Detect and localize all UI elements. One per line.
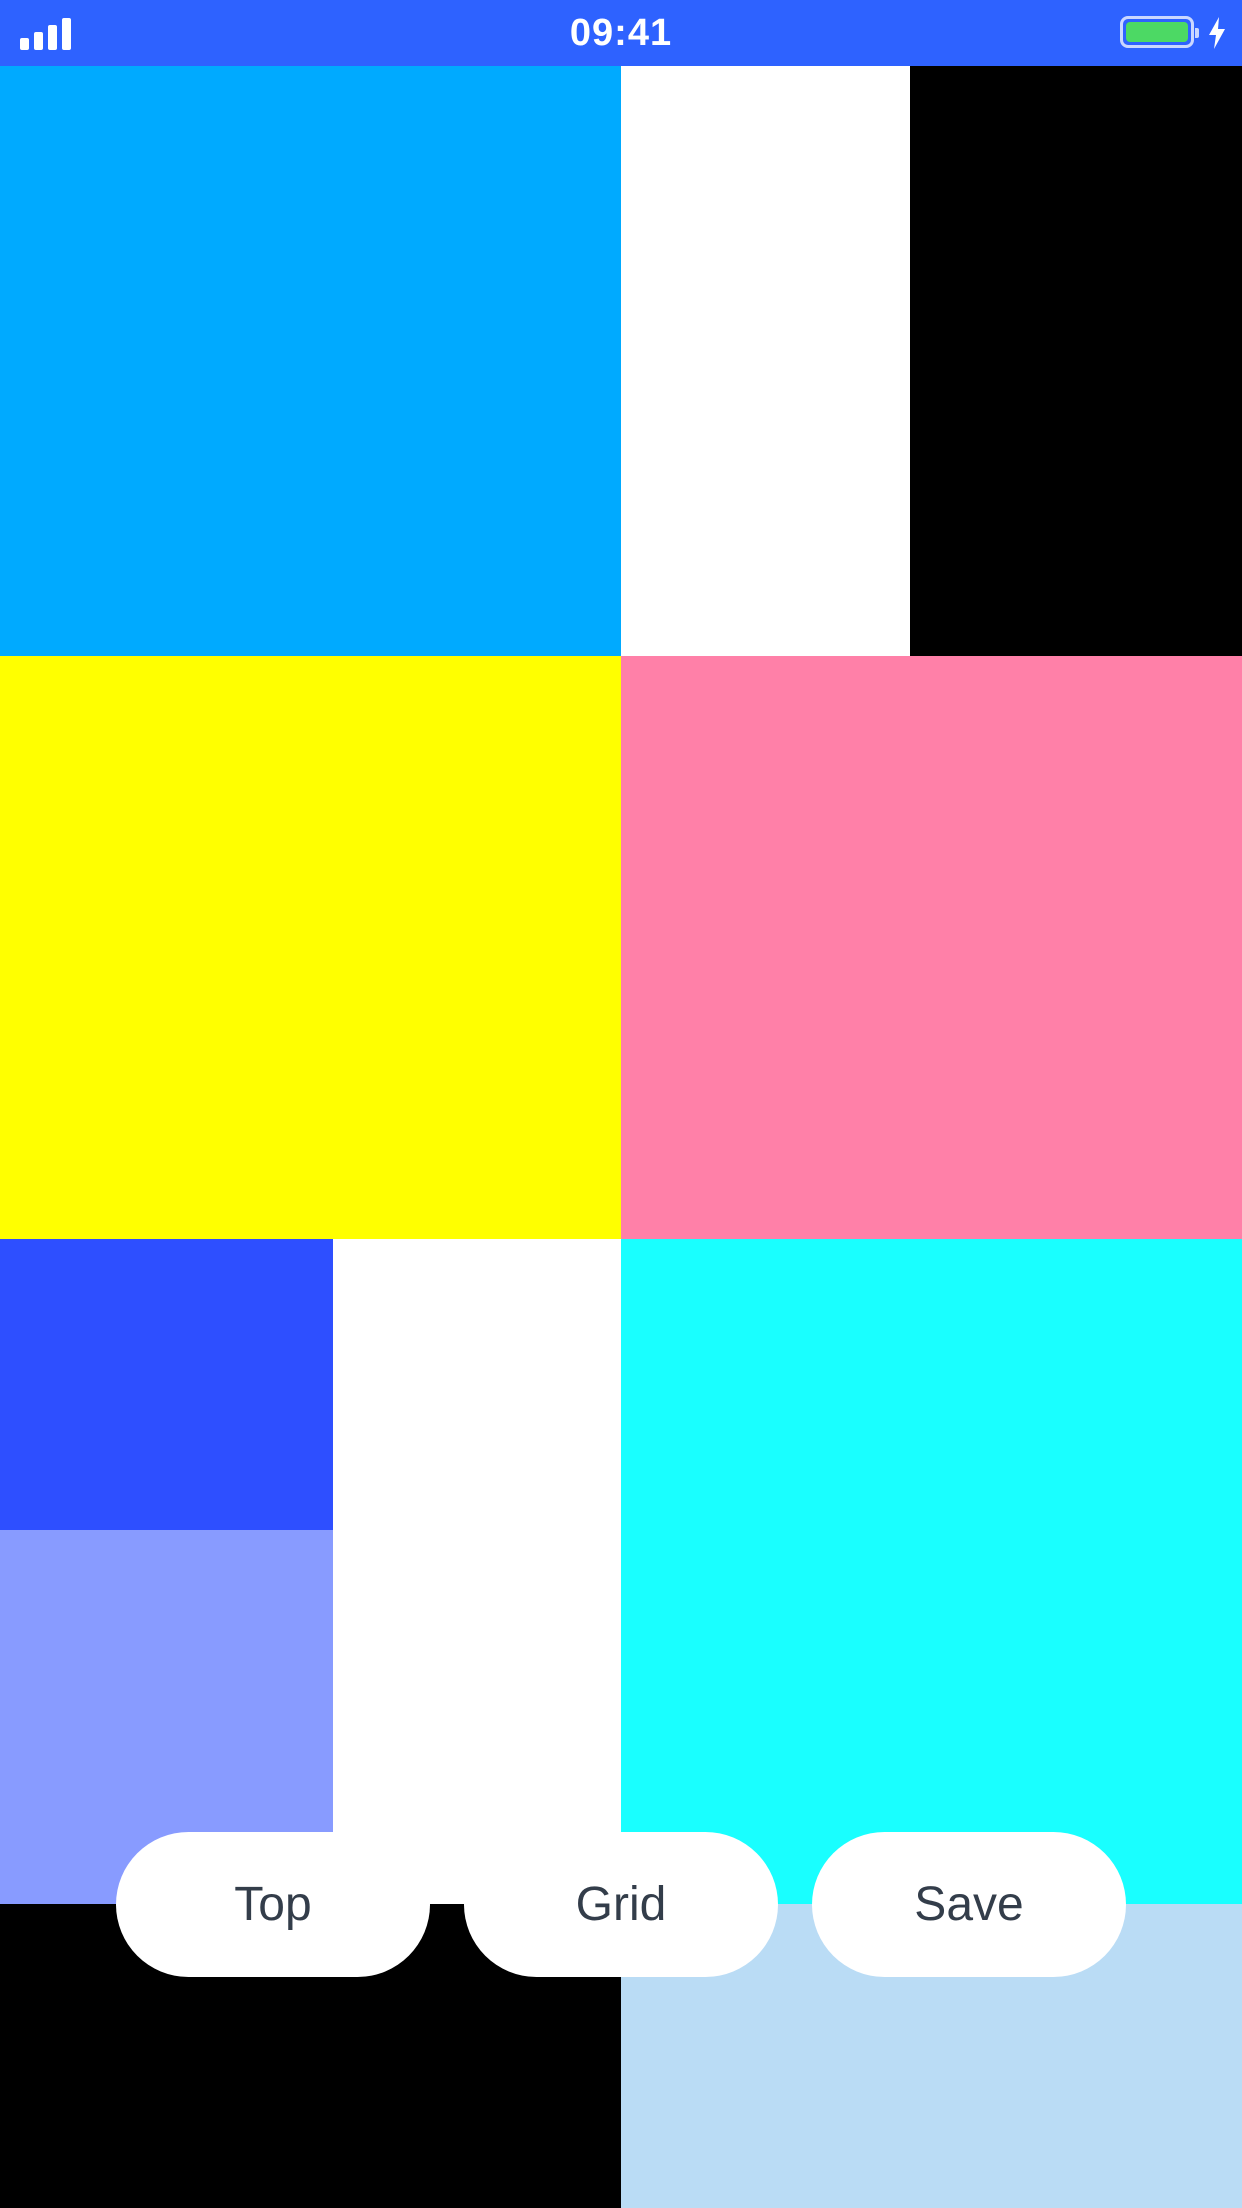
tile-white-middle[interactable] xyxy=(333,1239,621,1904)
status-bar: 09:41 xyxy=(0,0,1242,66)
status-time: 09:41 xyxy=(569,12,673,54)
tile-sky-blue[interactable] xyxy=(0,66,621,656)
lightning-bolt-icon xyxy=(1209,17,1225,49)
battery-charging-icon xyxy=(1120,16,1199,48)
tile-white-top[interactable] xyxy=(621,66,910,656)
tile-black-top[interactable] xyxy=(910,66,1242,656)
save-button[interactable]: Save xyxy=(812,1832,1126,1977)
screen: 09:41 Top Grid Save xyxy=(0,0,1242,2208)
tile-pink[interactable] xyxy=(621,656,1242,1239)
grid-button[interactable]: Grid xyxy=(464,1832,778,1977)
tile-cyan[interactable] xyxy=(621,1239,1242,1904)
tile-yellow[interactable] xyxy=(0,656,621,1239)
tile-royal-blue[interactable] xyxy=(0,1239,333,1530)
top-button[interactable]: Top xyxy=(116,1832,430,1977)
